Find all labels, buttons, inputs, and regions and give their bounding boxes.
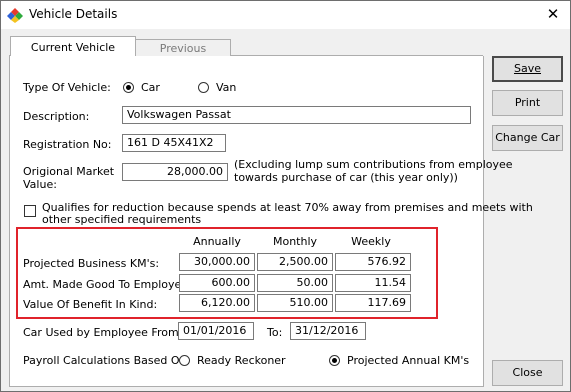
projected-annual-kms-label: Projected Annual KM's (347, 354, 470, 367)
app-diamond-icon (7, 8, 23, 23)
qualifies-checkbox[interactable] (24, 205, 36, 217)
used-to-date-field[interactable]: 31/12/2016 (290, 322, 366, 340)
ready-reckoner-label: Ready Reckoner (197, 354, 286, 367)
used-to-label: To: (267, 326, 283, 339)
market-value-field[interactable]: 28,000.00 (122, 163, 228, 181)
van-radio-label: Van (216, 81, 237, 94)
used-from-label: Car Used by Employee From: (23, 326, 183, 339)
benefit-in-kind-annually[interactable]: 6,120.00 (179, 294, 255, 312)
car-radio[interactable] (123, 82, 134, 93)
vehicle-type-label: Type Of Vehicle: (23, 81, 111, 94)
save-button-label: Save (513, 62, 541, 75)
description-field[interactable]: Volkswagen Passat (122, 106, 471, 124)
row-label-benefit-in-kind: Value Of Benefit In Kind: (23, 298, 158, 311)
close-button-label: Close (512, 366, 543, 379)
close-icon[interactable]: ✕ (543, 4, 563, 24)
column-header-monthly: Monthly (272, 235, 318, 248)
business-kms-monthly[interactable]: 2,500.00 (257, 253, 333, 271)
column-header-annually: Annually (193, 235, 241, 248)
column-header-weekly: Weekly (351, 235, 391, 248)
van-radio[interactable] (198, 82, 209, 93)
ready-reckoner-radio[interactable] (179, 355, 190, 366)
market-value-label-line1: Origional Market (23, 165, 115, 178)
market-value-note-line2: towards purchase of car (this year only)… (234, 171, 458, 184)
qualifies-label-line2: other specified requirements (42, 213, 202, 226)
benefit-in-kind-weekly[interactable]: 117.69 (335, 294, 411, 312)
amt-made-good-weekly[interactable]: 11.54 (335, 274, 411, 292)
print-button[interactable]: Print (492, 90, 563, 116)
change-car-button-label: Change Car (495, 131, 560, 144)
vehicle-details-window: Vehicle Details ✕ Previous Vehicles Curr… (0, 0, 571, 392)
description-label: Description: (23, 110, 90, 123)
tab-current-vehicle-details[interactable]: Current Vehicle Details (10, 36, 136, 75)
title-bar: Vehicle Details ✕ (1, 1, 570, 29)
change-car-button[interactable]: Change Car (492, 125, 563, 151)
row-label-business-kms: Projected Business KM's: (23, 257, 160, 270)
print-button-label: Print (514, 96, 541, 109)
business-kms-weekly[interactable]: 576.92 (335, 253, 411, 271)
business-kms-annually[interactable]: 30,000.00 (179, 253, 255, 271)
benefit-in-kind-monthly[interactable]: 510.00 (257, 294, 333, 312)
window-title: Vehicle Details (29, 7, 118, 21)
used-from-date-field[interactable]: 01/01/2016 (178, 322, 254, 340)
projected-annual-kms-radio[interactable] (329, 355, 340, 366)
market-value-label-line2: Value: (23, 178, 57, 191)
registration-field[interactable]: 161 D 45X41X2 (122, 134, 226, 152)
save-button[interactable]: Save (492, 56, 563, 82)
registration-label: Registration No: (23, 138, 112, 151)
close-button[interactable]: Close (492, 360, 563, 386)
amt-made-good-monthly[interactable]: 50.00 (257, 274, 333, 292)
row-label-amt-made-good: Amt. Made Good To Employer: (23, 278, 190, 291)
tab-previous-vehicles[interactable]: Previous Vehicles (135, 39, 231, 72)
amt-made-good-annually[interactable]: 600.00 (179, 274, 255, 292)
car-radio-label: Car (141, 81, 160, 94)
market-value-note-line1: (Excluding lump sum contributions from e… (234, 158, 513, 171)
payroll-basis-label: Payroll Calculations Based On: (23, 354, 191, 367)
